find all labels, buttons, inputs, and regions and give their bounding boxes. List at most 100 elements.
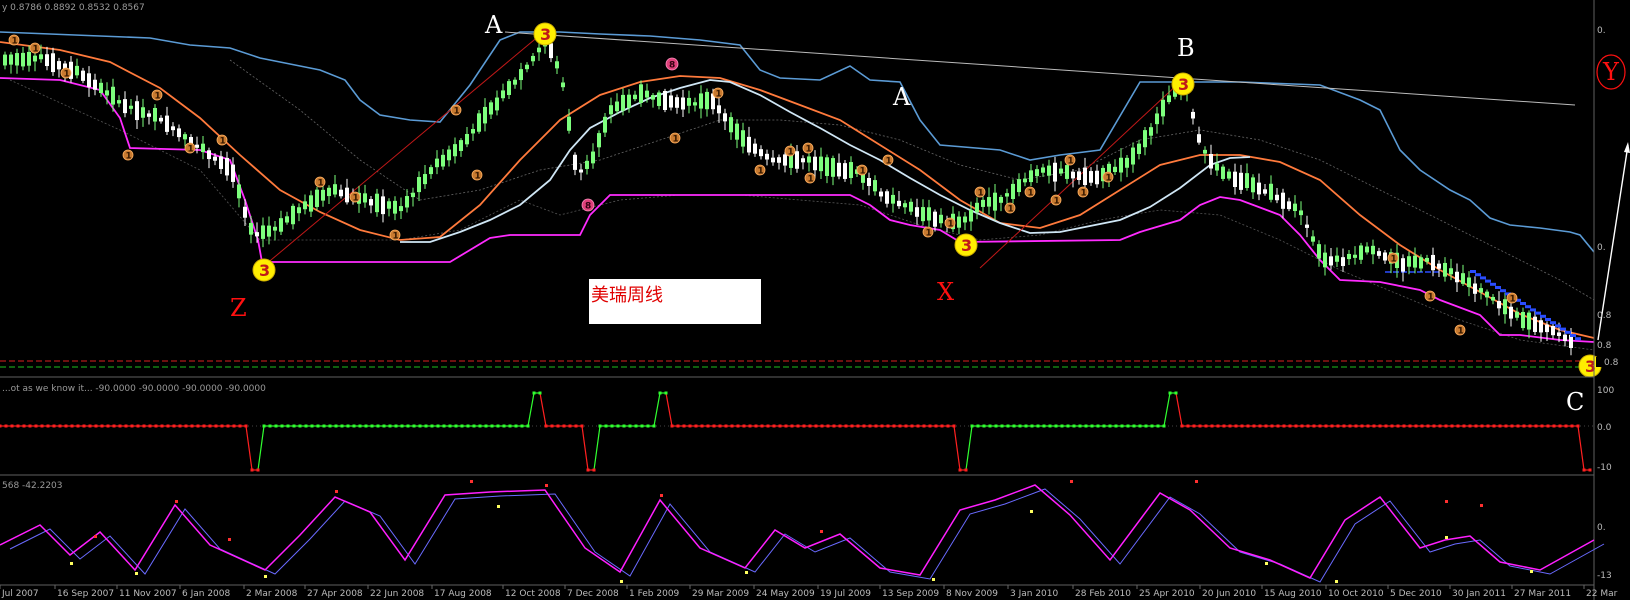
blue-signal-dot [1525,305,1531,309]
candle-body [1167,95,1171,103]
stochastic-red-dot [660,494,663,497]
candle-body [663,91,667,110]
stochastic-header: 568 -42.2203 [2,481,63,491]
signal-dot [184,424,188,428]
signal-dot [1528,424,1532,428]
candle-body [975,202,979,213]
signal-dot [1540,424,1544,428]
candle-body [1455,271,1459,283]
signal-dot [754,424,758,428]
signal-dot [946,424,950,428]
signal-dot [382,424,386,428]
signal-dot [1288,424,1292,428]
candle-body [1275,194,1279,201]
signal-dot [706,424,710,428]
signal-dot [160,424,164,428]
time-label: 7 Dec 2008 [567,589,619,599]
candle-body [867,178,871,186]
candle-body [1029,170,1033,183]
signal-dot [826,424,830,428]
candle-body [927,207,931,221]
candle-body [771,157,775,163]
stochastic-red-dot [228,538,231,541]
candle-body [33,55,37,62]
signal-dot [1234,424,1238,428]
candle-body [165,115,169,132]
signal-dot [1192,424,1196,428]
signal-dot [1264,424,1268,428]
candle-body [1377,251,1381,256]
signal-dot [1246,424,1250,428]
candle-body [693,102,697,106]
signal-dot [652,424,656,428]
signal-dot [1336,424,1340,428]
signal-dot [634,424,638,428]
blue-signal-dot [1520,302,1526,305]
signal-dot [244,424,248,428]
candle-body [1191,111,1195,119]
candle-body [1053,162,1057,182]
signal-dot [106,424,110,428]
signal-dot [460,424,464,428]
signal-dot [832,424,836,428]
signal-dot [676,424,680,428]
candle-body [519,69,523,81]
signal-dot [1402,424,1406,428]
signal-dot [544,424,548,428]
signal-dot [40,424,44,428]
signal-dot [406,424,410,428]
signal-dot [448,424,452,428]
signal-dot [274,424,278,428]
signal-dot [970,424,974,428]
stochastic-red-dot [1195,480,1198,483]
signal-dot [352,424,356,428]
candle-body [1533,316,1537,332]
signal-dot [622,424,626,428]
signal-dot [1150,424,1154,428]
candle-body [1203,149,1207,154]
signal-dot [1270,424,1274,428]
signal-indicator-header: ...ot as we know it... -90.0000 -90.0000… [2,384,266,394]
blue-signal-dot [1565,330,1571,334]
blue-signal-dot [1535,311,1541,315]
signal-dot [1204,424,1208,428]
candle-body [753,143,757,154]
signal-dot [520,424,524,428]
signal-dot [562,424,566,428]
signal-dot [616,424,620,428]
signal-dot [1378,424,1382,428]
candle-body [717,105,721,114]
stochastic-red-dot [1445,500,1448,503]
signal-dot [994,424,998,428]
signal-dot [424,424,428,428]
signal-dot [1042,424,1046,428]
signal-dot [70,424,74,428]
signal-dot [1066,424,1070,428]
candle-body [903,203,907,208]
candle-body [1089,171,1093,183]
candle-body [747,136,751,153]
candle-body [549,43,553,59]
stochastic-yellow-dot [70,562,73,565]
signal-dot [490,424,494,428]
signal-dot [868,424,872,428]
candle-body [453,144,457,157]
candle-body [399,206,403,212]
candle-body [363,193,367,203]
candle-body [621,94,625,111]
signal-dot [1390,424,1394,428]
svg-text:3: 3 [540,25,551,44]
signal-dot [904,424,908,428]
signal-dot [742,424,746,428]
signal-dot [1090,424,1094,428]
candle-body [1539,320,1543,333]
candle-body [243,206,247,218]
candle-body [201,143,205,153]
signal-dot [976,424,980,428]
chart-window[interactable]: y 0.8786 0.8892 0.8532 0.8567 1111111111… [0,0,1630,600]
signal-dot [1414,424,1418,428]
candle-body [633,94,637,100]
candle-body [1479,288,1483,293]
signal-dot [640,424,644,428]
candle-body [291,205,295,225]
